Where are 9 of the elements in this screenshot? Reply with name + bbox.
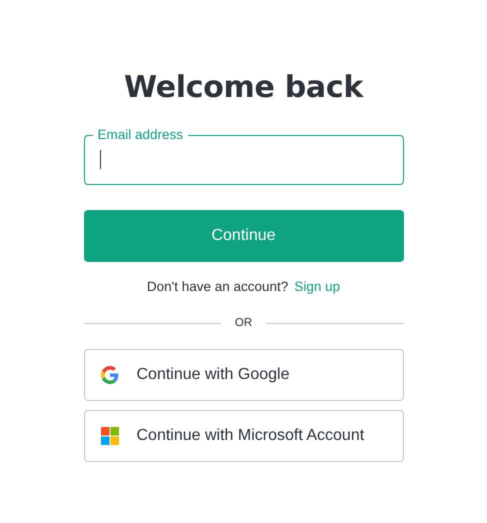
page-title: Welcome back [124, 70, 363, 105]
continue-button[interactable]: Continue [84, 210, 404, 262]
divider-label: OR [234, 317, 252, 329]
signup-prompt: Don't have an account? [146, 279, 288, 294]
sign-in-button[interactable]: Continue with Microsoft Account [84, 410, 404, 462]
sign-in-button[interactable]: Continue with Google [84, 349, 404, 401]
google-icon [100, 366, 118, 384]
sign-up-link[interactable]: Sign up [294, 279, 340, 294]
windows-logo-icon [100, 427, 118, 445]
